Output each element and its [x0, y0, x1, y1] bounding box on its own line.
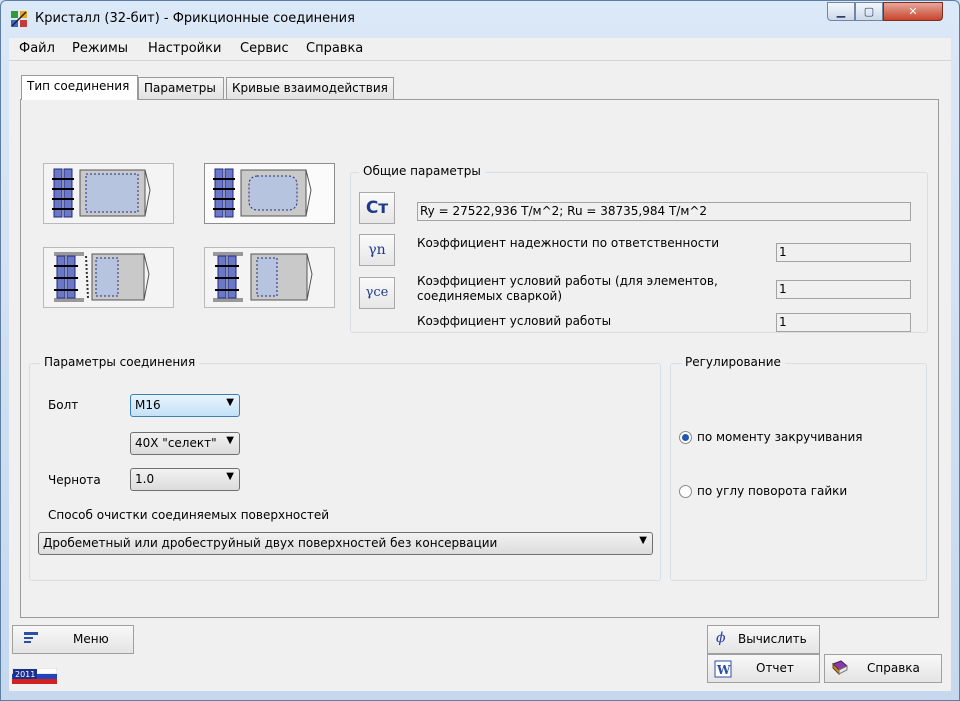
help-button-label: Справка	[867, 661, 920, 675]
chevron-down-icon: ▼	[226, 435, 234, 446]
double-plate-splice-icon	[213, 168, 312, 218]
reliability-coef-label: Коэффициент надежности по ответственност…	[417, 236, 720, 250]
cleaning-method-select[interactable]: Дробеметный или дробеструйный двух повер…	[38, 532, 653, 555]
connection-params-group: Параметры соединения Болт M16 ▼ 40Х "сел…	[29, 355, 661, 581]
title-bar[interactable]: Кристалл (32-бит) - Фрикционные соединен…	[1, 1, 959, 37]
tab-panel: Общие параметры Ст γn γce Ry = 27522,936…	[20, 99, 939, 618]
menu-bar: Файл Режимы Настройки Сервис Справка	[9, 38, 951, 61]
connection-type-double-plate-button[interactable]	[204, 163, 335, 224]
tab-interaction-curves[interactable]: Кривые взаимодействия	[226, 77, 394, 99]
phi-icon: ϕ	[716, 630, 726, 646]
bolt-steel-select[interactable]: 40Х "селект" ▼	[130, 432, 240, 455]
beam-connection-icon	[54, 252, 150, 302]
connection-type-plate-button[interactable]	[43, 163, 174, 224]
tab-connection-type[interactable]: Тип соединения	[21, 75, 138, 100]
angle-radio[interactable]	[679, 485, 692, 498]
menu-service[interactable]: Сервис	[240, 41, 289, 56]
report-button[interactable]: W Отчет	[707, 654, 820, 683]
menu-list-icon	[24, 632, 38, 643]
welding-coef-label: Коэффициент условий работы (для элементо…	[417, 274, 718, 303]
calculate-button-label: Вычислить	[738, 632, 807, 646]
reliability-coef-field[interactable]: 1	[776, 243, 911, 262]
menu-file[interactable]: Файл	[19, 41, 55, 56]
help-button[interactable]: Справка	[824, 654, 942, 683]
menu-settings[interactable]: Настройки	[148, 41, 221, 56]
roughness-select-value: 1.0	[135, 472, 155, 486]
torque-radio[interactable]	[679, 431, 692, 444]
word-document-icon: W	[714, 660, 732, 678]
chevron-down-icon: ▼	[226, 471, 234, 482]
work-coef-label: Коэффициент условий работы	[417, 314, 612, 328]
angle-radio-label[interactable]: по углу поворота гайки	[697, 484, 847, 498]
regulation-group: Регулирование по моменту закручивания по…	[670, 355, 927, 581]
connection-type-beam-button[interactable]	[43, 247, 174, 308]
work-coef-field[interactable]: 1	[776, 313, 911, 332]
chevron-down-icon: ▼	[226, 397, 234, 408]
help-book-icon	[832, 660, 848, 676]
bolt-select-value: M16	[135, 398, 161, 412]
cleaning-method-select-value: Дробеметный или дробеструйный двух повер…	[43, 536, 498, 550]
tab-parameters[interactable]: Параметры	[138, 77, 224, 99]
report-button-label: Отчет	[756, 661, 794, 675]
general-params-group: Общие параметры Ст γn γce Ry = 27522,936…	[350, 164, 928, 333]
calculate-button[interactable]: ϕ Вычислить	[707, 625, 820, 654]
minimize-button[interactable]: ▁	[827, 2, 855, 21]
gamma-n-button[interactable]: γn	[359, 234, 395, 266]
menu-button[interactable]: Меню	[12, 625, 134, 654]
connection-type-beam-flange-button[interactable]	[204, 247, 335, 308]
roughness-select[interactable]: 1.0 ▼	[130, 468, 240, 491]
steel-strength-field: Ry = 27522,936 Т/м^2; Ru = 38735,984 Т/м…	[417, 202, 911, 221]
regulation-title: Регулирование	[681, 355, 785, 369]
app-window: Кристалл (32-бит) - Фрикционные соединен…	[0, 0, 960, 701]
general-params-title: Общие параметры	[359, 164, 485, 178]
menu-help[interactable]: Справка	[306, 41, 363, 56]
welding-coef-field[interactable]: 1	[776, 280, 911, 299]
gamma-ce-button[interactable]: γce	[359, 277, 395, 309]
menu-modes[interactable]: Режимы	[72, 41, 128, 56]
roughness-label: Чернота	[48, 473, 101, 487]
svg-text:W: W	[716, 663, 731, 677]
year-flag-badge: 2011	[12, 668, 57, 684]
torque-radio-label[interactable]: по моменту закручивания	[697, 430, 862, 444]
connection-params-title: Параметры соединения	[40, 355, 200, 369]
close-button[interactable]: ✕	[883, 2, 943, 21]
beam-flange-connection-icon	[213, 252, 313, 302]
steel-button[interactable]: Ст	[359, 192, 395, 224]
bolt-select[interactable]: M16 ▼	[130, 394, 240, 417]
client-area: Тип соединения Параметры Кривые взаимоде…	[9, 61, 951, 691]
window-title: Кристалл (32-бит) - Фрикционные соединен…	[35, 11, 355, 26]
badge-year-text: 2011	[15, 670, 35, 679]
bolt-label: Болт	[48, 398, 79, 412]
maximize-button[interactable]: ▢	[855, 2, 883, 21]
menu-button-label: Меню	[73, 632, 109, 646]
app-logo-icon	[11, 11, 27, 27]
bolt-steel-select-value: 40Х "селект"	[135, 436, 217, 450]
plate-splice-icon	[52, 168, 151, 218]
cleaning-method-label: Способ очистки соединяемых поверхностей	[48, 508, 330, 522]
chevron-down-icon: ▼	[639, 535, 647, 546]
